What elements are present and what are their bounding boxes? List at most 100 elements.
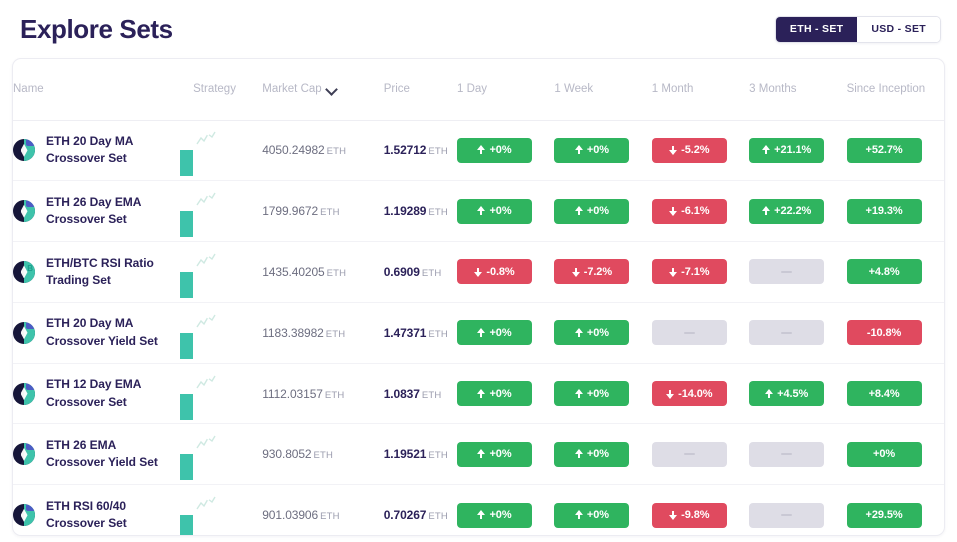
price-unit: ETH: [428, 207, 448, 219]
performance-badge-since-inception: +0%: [846, 441, 922, 467]
performance-value: -6.1%: [681, 205, 710, 218]
cell-1-week: +0%: [554, 423, 652, 486]
cell-market-cap: 1435.40205 ETH: [262, 241, 384, 303]
cell-market-cap: 1183.38982 ETH: [262, 302, 384, 364]
cell-3-months: +22.2%: [749, 180, 847, 243]
cell-market-cap: 901.03906 ETH: [262, 485, 383, 535]
cell-since-inception: +4.8%: [846, 241, 944, 303]
eth-token-icon: [13, 139, 35, 162]
cell-strategy[interactable]: [180, 180, 263, 243]
performance-value: -5.2%: [681, 144, 710, 157]
cell-1-month: -6.1%: [651, 180, 750, 243]
price-value: 0.6909: [383, 264, 420, 279]
denomination-toggle[interactable]: ETH - SET USD - SET: [774, 15, 941, 43]
arrow-down-icon: [669, 267, 678, 277]
table-row[interactable]: ETH 26 Day EMA Crossover Set 1799.9672 ETH 1…: [13, 180, 944, 243]
performance-value: +21.1%: [774, 144, 812, 157]
cell-name[interactable]: B ETH/BTC RSI Ratio Trading Set: [13, 241, 194, 303]
performance-badge-1-week: +0%: [554, 320, 630, 346]
cell-strategy[interactable]: [180, 120, 263, 182]
arrow-up-icon: [762, 145, 771, 155]
price-value: 1.52712: [383, 143, 427, 158]
arrow-up-icon: [762, 206, 771, 216]
table-row[interactable]: B ETH/BTC RSI Ratio Trading Set 1435.40205 E…: [13, 241, 944, 303]
price-value: 1.0837: [383, 386, 420, 401]
arrow-down-icon: [474, 267, 483, 277]
no-data-dash-icon: [781, 331, 793, 334]
cell-name[interactable]: ETH 12 Day EMA Crossover Set: [13, 363, 194, 425]
cell-strategy[interactable]: [180, 485, 262, 535]
no-data-dash-icon: [683, 331, 695, 334]
page-header: Explore Sets ETH - SET USD - SET: [12, 0, 945, 58]
cell-3-months: +4.5%: [749, 363, 847, 425]
performance-value: +0%: [489, 387, 512, 400]
cell-price: 1.52712 ETH: [383, 120, 457, 182]
performance-value: -7.1%: [681, 265, 710, 278]
chevron-down-icon[interactable]: [327, 85, 336, 94]
cell-since-inception: +8.4%: [846, 363, 944, 425]
arrow-up-icon: [477, 449, 486, 459]
performance-value: +4.8%: [868, 265, 900, 278]
toggle-usd-set[interactable]: USD - SET: [857, 16, 940, 42]
cell-strategy[interactable]: [180, 241, 263, 303]
market-cap-unit: ETH: [320, 207, 340, 219]
performance-badge-1-day: +0%: [457, 198, 532, 224]
price-unit: ETH: [421, 267, 442, 279]
cell-since-inception: +0%: [846, 423, 944, 486]
performance-value: +0%: [489, 326, 512, 339]
performance-badge-1-day: +0%: [457, 137, 532, 163]
performance-value: -10.8%: [866, 326, 902, 339]
cell-3-months: [749, 241, 847, 303]
sets-table-card: Name Strategy Market Cap Price 1 Day 1 W…: [12, 58, 945, 536]
set-name-line-2: Crossover Set: [46, 151, 127, 166]
table-row[interactable]: ETH 12 Day EMA Crossover Set 1112.03157 ETH…: [13, 363, 944, 425]
set-name-line-1: ETH 20 Day MA: [46, 134, 134, 148]
cell-name[interactable]: ETH 26 Day EMA Crossover Set: [13, 180, 194, 243]
cell-name[interactable]: ETH 26 EMA Crossover Yield Set: [13, 423, 194, 486]
cell-1-week: +0%: [554, 180, 652, 243]
performance-badge-1-week: -7.2%: [554, 259, 630, 285]
cell-name[interactable]: ETH 20 Day MA Crossover Set: [13, 120, 194, 182]
performance-badge-1-week: +0%: [554, 137, 630, 163]
cell-1-month: [651, 302, 750, 364]
performance-value: +8.4%: [868, 387, 900, 400]
cell-name[interactable]: ETH RSI 60/40 Crossover Set: [13, 485, 193, 535]
cell-1-day: +0%: [457, 302, 555, 364]
performance-value: +29.5%: [865, 509, 903, 522]
set-name-line-1: ETH 20 Day MA: [46, 316, 134, 331]
performance-value: +4.5%: [777, 387, 809, 400]
performance-value: +0%: [489, 448, 512, 461]
market-cap-unit: ETH: [326, 267, 347, 279]
cell-since-inception: +29.5%: [846, 485, 944, 535]
performance-value: +0%: [586, 509, 609, 522]
table-row[interactable]: ETH RSI 60/40 Crossover Set 901.03906 ETH 0.…: [13, 485, 944, 535]
cell-strategy[interactable]: [180, 423, 263, 486]
arrow-up-icon: [477, 206, 486, 216]
price-value: 0.70267: [383, 508, 427, 523]
toggle-eth-set[interactable]: ETH - SET: [775, 16, 858, 42]
market-cap-unit: ETH: [325, 328, 346, 340]
table-row[interactable]: ETH 20 Day MA Crossover Set 4050.24982 ETH 1…: [13, 120, 944, 182]
eth-token-icon: [13, 443, 35, 466]
performance-badge-1-week: +0%: [554, 381, 630, 407]
set-name-line-2: Crossover Set: [46, 516, 127, 531]
table-row[interactable]: ETH 20 Day MA Crossover Yield Set 1183.389…: [13, 302, 944, 364]
market-cap-value: 1183.38982: [262, 325, 324, 340]
cell-price: 1.0837 ETH: [383, 363, 457, 425]
cell-1-day: +0%: [457, 180, 555, 243]
cell-since-inception: -10.8%: [846, 302, 944, 364]
table-row[interactable]: ETH 26 EMA Crossover Yield Set 930.8052 ETH…: [13, 423, 944, 486]
cell-1-day: +0%: [457, 120, 555, 182]
performance-value: -9.8%: [681, 509, 710, 522]
performance-badge-since-inception: +4.8%: [846, 259, 922, 285]
column-header-market-cap[interactable]: Market Cap: [262, 59, 384, 121]
set-name-line-2: Crossover Set: [46, 212, 127, 227]
cell-1-week: +0%: [554, 120, 652, 182]
cell-strategy[interactable]: [180, 363, 263, 425]
cell-strategy[interactable]: [180, 302, 263, 364]
cell-name[interactable]: ETH 20 Day MA Crossover Yield Set: [13, 302, 194, 364]
market-cap-value: 930.8052: [262, 447, 312, 462]
column-header-strategy: Strategy: [193, 59, 263, 121]
performance-value: +0%: [586, 326, 609, 339]
set-name-line-1: ETH 26 Day EMA: [46, 194, 142, 209]
